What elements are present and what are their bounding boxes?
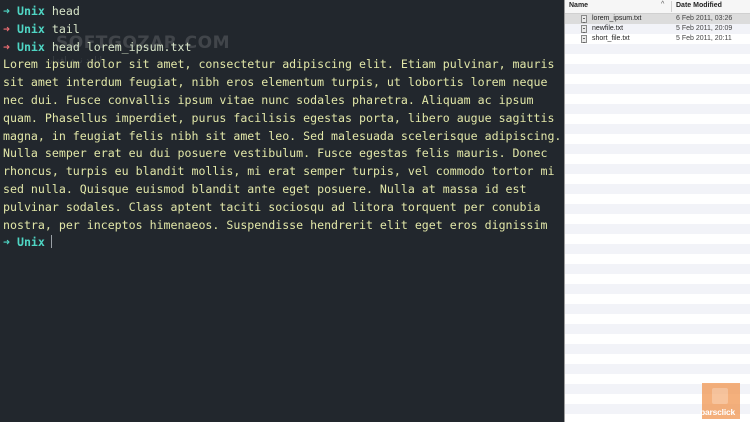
output-line: pulvinar sodales. Class aptent taciti so… — [3, 199, 541, 214]
prompt-arrow-icon: ➜ — [3, 235, 10, 250]
output-line: Lorem ipsum dolor sit amet, consectetur … — [3, 57, 555, 72]
column-header-name[interactable]: Name — [569, 2, 588, 9]
current-prompt-line[interactable]: ➜ Unix — [3, 234, 52, 252]
output-line: sit amet interdum feugiat, nibh eros ele… — [3, 75, 548, 90]
output-line: magna, in feugiat felis nibh sit amet le… — [3, 128, 562, 143]
text-cursor[interactable] — [50, 235, 52, 249]
file-date: 6 Feb 2011, 03:26 — [676, 15, 733, 22]
file-date: 5 Feb 2011, 20:11 — [676, 35, 732, 42]
history-line-3: ➜ Unix head lorem_ipsum.txt — [3, 39, 191, 57]
chevron-up-icon[interactable]: ^ — [661, 1, 664, 8]
output-line: rhoncus, turpis eu blandit mollis, mi er… — [3, 164, 555, 179]
command-text: tail — [51, 21, 80, 36]
command-text: head lorem_ipsum.txt — [51, 39, 192, 54]
file-list: lorem_ipsum.txt 6 Feb 2011, 03:26 newfil… — [565, 14, 750, 422]
file-row-newfile[interactable]: newfile.txt 5 Feb 2011, 20:09 — [565, 24, 750, 34]
prompt-label: Unix — [16, 21, 45, 36]
file-row-lorem-ipsum[interactable]: lorem_ipsum.txt 6 Feb 2011, 03:26 — [565, 14, 750, 24]
command-text: head — [51, 4, 80, 18]
column-header: Name ^ Date Modified — [565, 0, 750, 14]
output-line: sed nulla. Quisque euismod blandit ante … — [3, 182, 527, 196]
prompt-arrow-icon: ➜ — [3, 39, 10, 54]
prompt-arrow-icon: ➜ — [3, 4, 10, 18]
column-header-date-modified[interactable]: Date Modified — [676, 2, 722, 9]
terminal-window[interactable]: SOFTGOZAR.COM دانلود نرم افزار ➜ Unix he… — [0, 0, 564, 422]
text-file-icon — [581, 35, 587, 43]
prompt-label: Unix — [16, 39, 45, 54]
output-line: nec dui. Fusce convallis ipsum vitae nun… — [3, 93, 534, 107]
logo-text: parsclick — [700, 407, 736, 417]
output-line: Nulla semper erat eu dui posuere vestibu… — [3, 146, 548, 161]
parsclick-logo: parsclick — [700, 383, 740, 419]
prompt-label: Unix — [16, 235, 45, 250]
finder-window[interactable]: Name ^ Date Modified lorem_ipsum.txt 6 F… — [565, 0, 750, 422]
column-separator[interactable] — [671, 1, 672, 12]
file-name: lorem_ipsum.txt — [592, 15, 642, 22]
prompt-label: Unix — [16, 4, 45, 18]
file-name: newfile.txt — [592, 25, 624, 32]
file-name: short_file.txt — [592, 35, 630, 42]
file-row-short-file[interactable]: short_file.txt 5 Feb 2011, 20:11 — [565, 34, 750, 44]
logo-mark-icon — [712, 388, 728, 404]
text-file-icon — [581, 15, 587, 23]
prompt-arrow-icon: ➜ — [3, 21, 10, 36]
text-file-icon — [581, 25, 587, 33]
history-line-1: ➜ Unix head — [3, 3, 80, 21]
file-date: 5 Feb 2011, 20:09 — [676, 25, 733, 32]
output-line: quam. Phasellus imperdiet, purus facilis… — [3, 110, 555, 125]
output-line: nostra, per inceptos himenaeos. Suspendi… — [3, 217, 548, 232]
history-line-2: ➜ Unix tail — [3, 21, 80, 39]
